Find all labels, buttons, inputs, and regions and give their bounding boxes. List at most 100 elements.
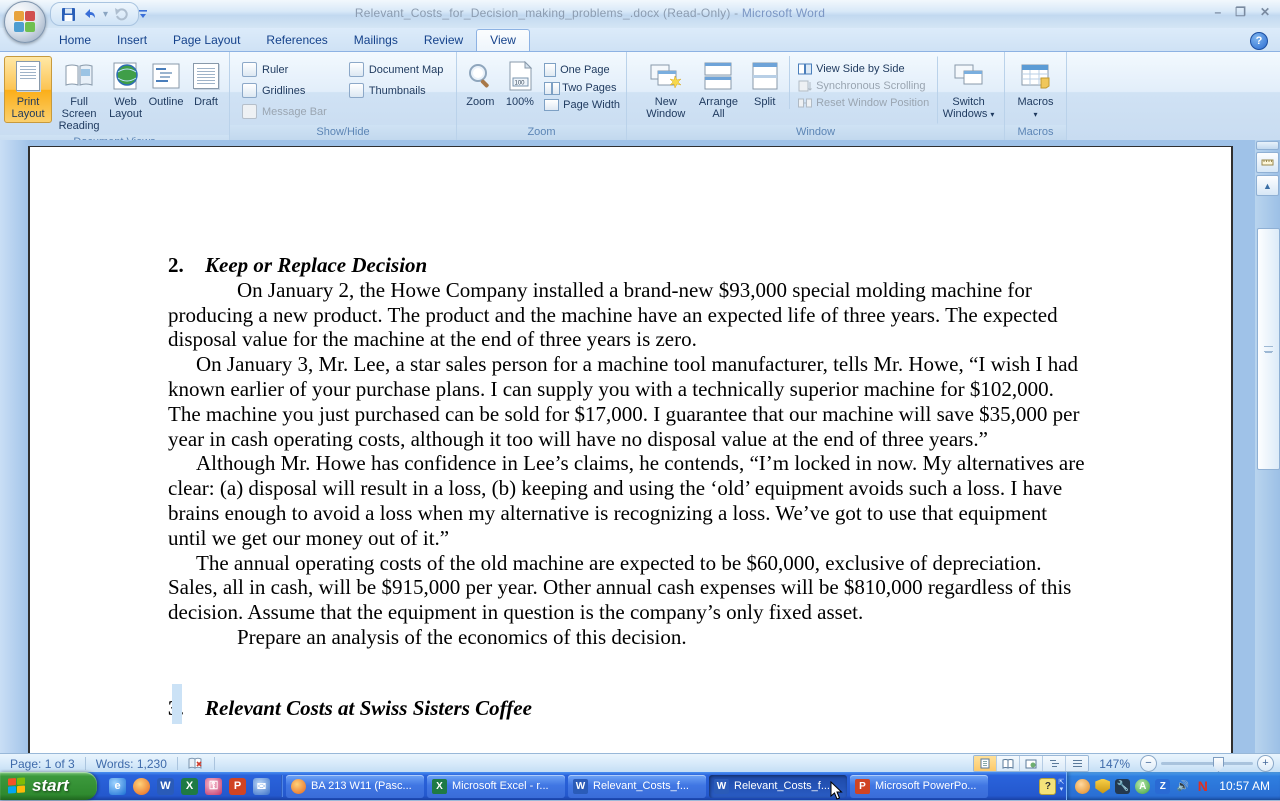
prepare-line: Prepare an analysis of the economics of … — [168, 625, 1088, 650]
document-text: 2.Keep or Replace Decision On January 2,… — [30, 147, 1088, 721]
view-print-layout-icon[interactable] — [974, 756, 997, 771]
view-side-by-side-icon — [798, 63, 812, 75]
document-page[interactable]: 2.Keep or Replace Decision On January 2,… — [28, 146, 1233, 753]
key-icon[interactable]: ⚿ — [205, 778, 222, 795]
zoom-out-button[interactable]: − — [1140, 755, 1157, 772]
two-pages-button[interactable]: Two Pages — [544, 82, 620, 94]
scrollbar-thumb[interactable] — [1257, 228, 1280, 470]
view-web-layout-icon[interactable] — [1020, 756, 1043, 771]
gridlines-checkbox[interactable]: Gridlines — [242, 83, 327, 98]
tab-insert[interactable]: Insert — [104, 30, 160, 51]
clock[interactable]: 10:57 AM — [1219, 779, 1270, 793]
group-label-show-hide[interactable]: Show/Hide — [230, 125, 456, 140]
firefox-icon[interactable] — [133, 778, 150, 795]
help-icon[interactable]: ? — [1250, 32, 1268, 50]
minimize-button[interactable]: – — [1214, 5, 1221, 19]
zoom-level[interactable]: 147% — [1095, 757, 1134, 771]
group-zoom: Zoom 100 100% One Page Two Pages — [457, 52, 627, 140]
thumbnails-checkbox[interactable]: Thumbnails — [349, 83, 444, 98]
proofing-errors-icon[interactable] — [178, 757, 214, 770]
z-tray-icon[interactable]: Z — [1155, 779, 1170, 794]
reset-window-position-button: Reset Window Position — [798, 97, 929, 109]
restore-button[interactable]: ❐ — [1235, 5, 1246, 19]
tab-home[interactable]: Home — [46, 30, 104, 51]
document-map-checkbox[interactable]: Document Map — [349, 62, 444, 77]
tab-view[interactable]: View — [476, 29, 530, 51]
powerpoint-task-icon: P — [855, 779, 870, 794]
view-full-screen-icon[interactable] — [997, 756, 1020, 771]
task-excel[interactable]: X Microsoft Excel - r... — [427, 775, 565, 798]
volume-icon[interactable]: 🔊 — [1175, 779, 1190, 794]
group-label-zoom: Zoom — [457, 125, 626, 140]
split-handle[interactable] — [1256, 141, 1279, 150]
shield-tray-icon[interactable] — [1095, 779, 1110, 794]
full-screen-reading-button[interactable]: Full Screen Reading — [52, 56, 106, 135]
tab-mailings[interactable]: Mailings — [341, 30, 411, 51]
group-macros: Macros▾ Macros — [1005, 52, 1067, 140]
zoom-slider-track[interactable] — [1161, 762, 1253, 765]
message-bar-checkbox: Message Bar — [242, 104, 327, 119]
office-button[interactable] — [4, 1, 46, 43]
zoom-slider-thumb[interactable] — [1213, 757, 1224, 772]
messenger-tray-icon[interactable] — [1075, 779, 1090, 794]
page-indicator[interactable]: Page: 1 of 3 — [0, 757, 85, 771]
vertical-scrollbar[interactable]: ▲ — [1255, 140, 1280, 753]
split-icon — [748, 59, 782, 93]
task-firefox[interactable]: BA 213 W11 (Pasc... — [286, 775, 424, 798]
view-draft-icon[interactable] — [1066, 756, 1088, 771]
ruler-toggle-button[interactable] — [1256, 152, 1279, 173]
web-layout-button[interactable]: Web Layout — [106, 56, 145, 123]
powerpoint-icon[interactable]: P — [229, 778, 246, 795]
zoom-slider: − + — [1140, 755, 1274, 772]
mouse-cursor — [830, 781, 843, 801]
word-task-icon: W — [573, 779, 588, 794]
task-powerpoint[interactable]: P Microsoft PowerPo... — [850, 775, 988, 798]
task-word-1[interactable]: W Relevant_Costs_f... — [568, 775, 706, 798]
tab-review[interactable]: Review — [411, 30, 476, 51]
page-width-icon — [544, 99, 559, 111]
taskbar: start e W X ⚿ P ✉ BA 213 W11 (Pasc... X … — [0, 772, 1280, 800]
internet-explorer-icon[interactable]: e — [109, 778, 126, 795]
heading-2: 2.Keep or Replace Decision — [168, 253, 1088, 278]
quick-launch-bar: e W X ⚿ P ✉ — [97, 778, 278, 795]
ribbon-tab-row: Home Insert Page Layout References Maili… — [0, 28, 1280, 51]
word-count[interactable]: Words: 1,230 — [86, 757, 177, 771]
switch-windows-button[interactable]: Switch Windows ▾ — [937, 56, 1000, 124]
draft-button[interactable]: Draft — [187, 56, 225, 111]
zoom-in-button[interactable]: + — [1257, 755, 1274, 772]
view-side-by-side-button[interactable]: View Side by Side — [798, 63, 929, 75]
new-window-icon — [649, 59, 683, 93]
one-page-button[interactable]: One Page — [544, 63, 620, 77]
tab-page-layout[interactable]: Page Layout — [160, 30, 253, 51]
zoom-button[interactable]: Zoom — [461, 56, 500, 111]
status-bar: Page: 1 of 3 Words: 1,230 147% − + — [0, 753, 1280, 773]
one-page-icon — [544, 63, 556, 77]
macros-button[interactable]: Macros▾ — [1009, 56, 1062, 124]
print-layout-button[interactable]: Print Layout — [4, 56, 52, 123]
norton-tray-icon[interactable]: N — [1195, 779, 1210, 794]
word-icon[interactable]: W — [157, 778, 174, 795]
view-outline-icon[interactable] — [1043, 756, 1066, 771]
page-width-button[interactable]: Page Width — [544, 99, 620, 111]
outline-button[interactable]: Outline — [145, 56, 187, 111]
paragraph-1: On January 2, the Howe Company installed… — [168, 278, 1088, 352]
tab-references[interactable]: References — [253, 30, 340, 51]
synchronous-scrolling-icon — [798, 80, 812, 92]
new-window-button[interactable]: New Window — [639, 56, 693, 123]
arrange-all-button[interactable]: Arrange All — [693, 56, 745, 123]
switch-windows-icon — [952, 59, 986, 93]
mail-icon[interactable]: ✉ — [253, 778, 270, 795]
split-button[interactable]: Split — [744, 56, 785, 111]
ruler-checkbox[interactable]: Ruler — [242, 62, 327, 77]
excel-icon[interactable]: X — [181, 778, 198, 795]
green-a-tray-icon[interactable]: A — [1135, 779, 1150, 794]
start-button[interactable]: start — [0, 772, 97, 800]
help-tray-icon[interactable]: ? — [1039, 778, 1056, 795]
task-word-2-active[interactable]: W Relevant_Costs_f... — [709, 775, 847, 798]
paragraph-4: The annual operating costs of the old ma… — [168, 551, 1088, 625]
collapse-notifications-icon[interactable]: ⇱▾ — [1056, 779, 1066, 793]
close-button[interactable]: ✕ — [1260, 5, 1270, 19]
zoom-100-button[interactable]: 100 100% — [500, 56, 540, 111]
tools-tray-icon[interactable]: 🔧 — [1115, 779, 1130, 794]
scroll-up-icon[interactable]: ▲ — [1256, 175, 1279, 196]
